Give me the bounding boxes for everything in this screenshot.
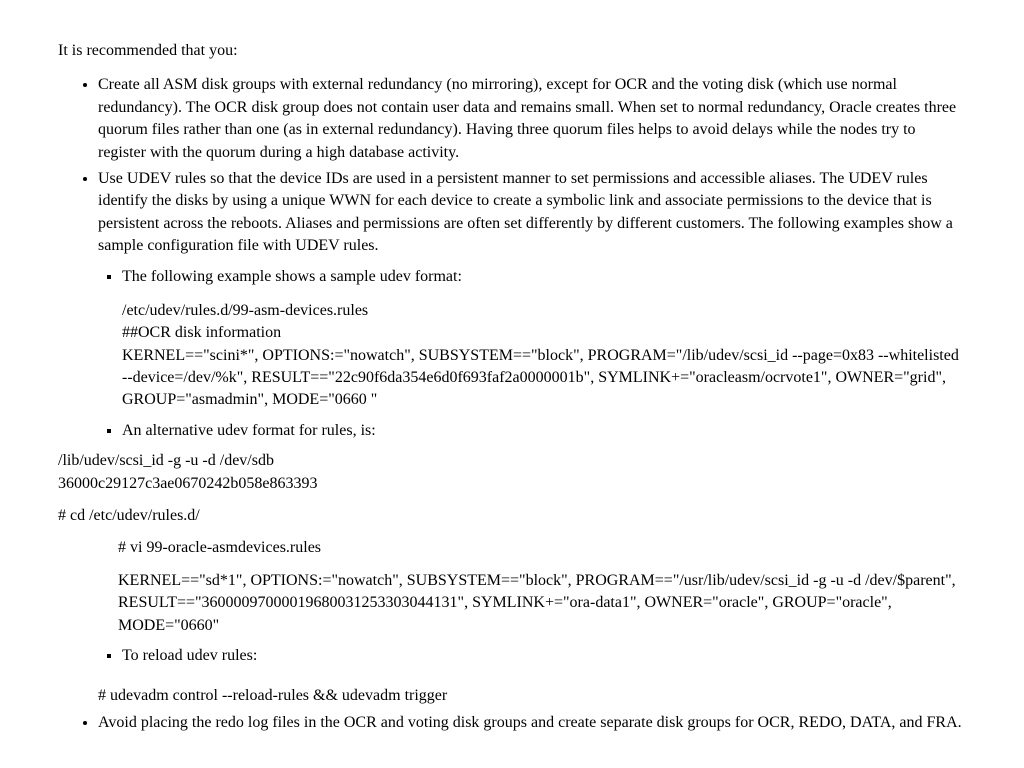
sub-list-2: To reload udev rules: [98,645,966,667]
intro-text: It is recommended that you: [58,40,966,62]
udev-text: Use UDEV rules so that the device IDs ar… [98,170,953,254]
code2-line1: /lib/udev/scsi_id -g -u -d /dev/sdb [58,450,966,472]
sub-item-alt: An alternative udev format for rules, is… [122,420,966,442]
code-block-2: /lib/udev/scsi_id -g -u -d /dev/sdb 3600… [58,450,966,495]
code-kernel: KERNEL=="sd*1", OPTIONS:="nowatch", SUBS… [118,570,966,637]
sub-list: The following example shows a sample ude… [98,266,966,443]
main-list-cont: To reload udev rules: # udevadm control … [58,645,966,734]
code1-line2: ##OCR disk information [122,322,966,344]
sub1-text: The following example shows a sample ude… [122,268,462,285]
code2-line2: 36000c29127c3ae0670242b058e863393 [58,473,966,495]
code-cd: # cd /etc/udev/rules.d/ [58,505,966,527]
list-item-udev: Use UDEV rules so that the device IDs ar… [98,168,966,442]
list-item-asm: Create all ASM disk groups with external… [98,74,966,164]
sub-item-reload: To reload udev rules: [122,645,966,667]
code-block-1: /etc/udev/rules.d/99-asm-devices.rules #… [122,300,966,412]
list-item-avoid: Avoid placing the redo log files in the … [98,712,966,734]
code-udevadm: # udevadm control --reload-rules && udev… [98,685,966,707]
sub-item-example1: The following example shows a sample ude… [122,266,966,412]
code1-line3: KERNEL=="scini*", OPTIONS:="nowatch", SU… [122,345,966,412]
main-list: Create all ASM disk groups with external… [58,74,966,442]
code1-line1: /etc/udev/rules.d/99-asm-devices.rules [122,300,966,322]
code-vi: # vi 99-oracle-asmdevices.rules [118,537,966,559]
